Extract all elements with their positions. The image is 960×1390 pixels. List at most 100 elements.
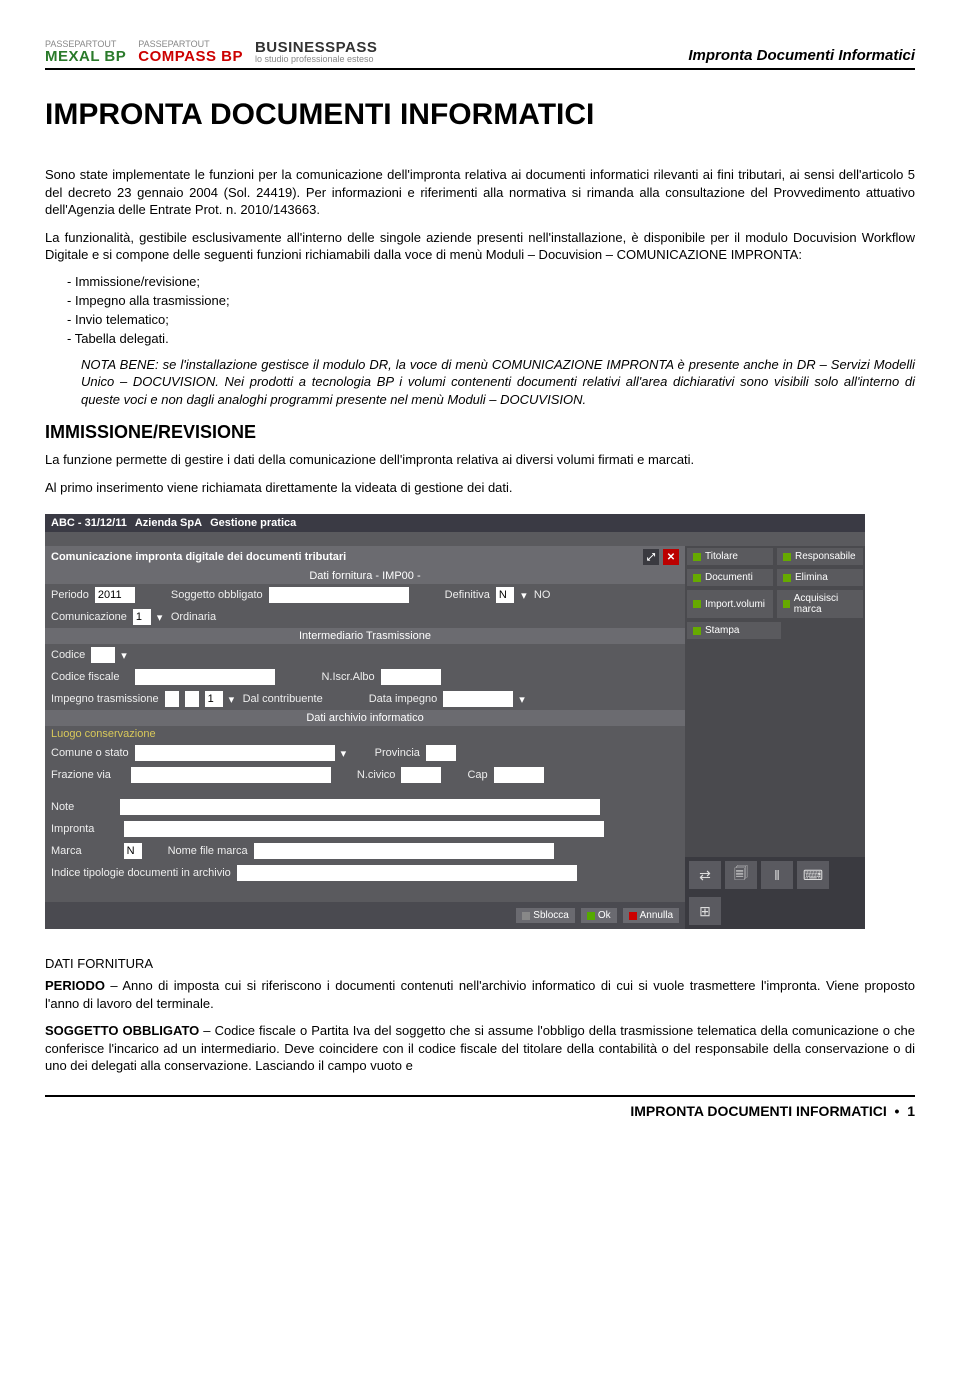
panel-titlebar: Comunicazione impronta digitale dei docu… [45,546,685,568]
square-icon [693,627,701,635]
expand-icon[interactable]: ⤢ [643,549,659,565]
sidebar-label: Documenti [705,572,753,583]
marca-input[interactable] [124,843,142,859]
button-bar: Sblocca Ok Annulla [45,902,685,929]
periodo-description: PERIODO – Anno di imposta cui si riferis… [45,977,915,1012]
sidebar-responsabile[interactable]: Responsabile [777,548,863,565]
label-dataimpegno: Data impegno [369,693,438,705]
label-impronta: Impronta [51,823,94,835]
provincia-input[interactable] [426,745,456,761]
sidebar-titolare[interactable]: Titolare [687,548,773,565]
dropdown-icon[interactable]: ▾ [519,693,527,706]
niscr-input[interactable] [381,669,441,685]
document-title: IMPRONTA DOCUMENTI INFORMATICI [45,98,915,132]
tool-icon[interactable]: ⇄ [689,861,721,889]
nota-bene: NOTA BENE: se l'installazione gestisce i… [81,356,915,409]
nomefile-input[interactable] [254,843,554,859]
keyboard-icon[interactable]: ⌨ [797,861,829,889]
list-item: Impegno alla trasmissione; [81,293,915,308]
dataimpegno-input[interactable] [443,691,513,707]
label-comunicazione-value: Ordinaria [171,611,216,623]
ncivico-input[interactable] [401,767,441,783]
dropdown-icon[interactable]: ▾ [520,589,528,602]
sidebar-label: Elimina [795,572,828,583]
app-main-panel: Comunicazione impronta digitale dei docu… [45,546,685,929]
annulla-button[interactable]: Annulla [623,908,679,923]
button-label: Annulla [640,910,673,921]
label-periodo: Periodo [51,589,89,601]
list-item: Invio telematico; [81,312,915,327]
label-nomefile: Nome file marca [168,845,248,857]
page-header: PASSEPARTOUT MEXAL BP PASSEPARTOUT COMPA… [45,40,915,70]
footer-page-number: 1 [907,1103,915,1119]
section-intermediario: Intermediario Trasmissione [45,628,685,644]
logo-sub-text: lo studio professionale esteso [255,55,377,64]
label-impegno-value: Dal contribuente [243,693,323,705]
sidebar-elimina[interactable]: Elimina [777,569,863,586]
titlebar-context: Gestione pratica [210,517,296,529]
sidebar-label: Titolare [705,551,738,562]
sidebar-label: Import.volumi [705,599,765,610]
paragraph-intro-2: La funzionalità, gestibile esclusivament… [45,229,915,264]
label-niscr: N.Iscr.Albo [321,671,374,683]
tool-icon[interactable]: ‖ [761,861,793,889]
frazione-input[interactable] [131,767,331,783]
tool-icon[interactable]: 🗐 [725,861,757,889]
button-label: Sblocca [533,910,569,921]
sblocca-button[interactable]: Sblocca [516,908,575,923]
dropdown-icon[interactable]: ▾ [341,747,349,760]
square-icon [783,553,791,561]
titlebar-code: ABC - 31/12/11 [51,517,127,529]
dropdown-icon[interactable]: ▾ [229,693,237,706]
titlebar-company: Azienda SpA [135,517,202,529]
label-soggetto: Soggetto obbligato [171,589,263,601]
list-item: Immissione/revisione; [81,274,915,289]
note-input[interactable] [120,799,600,815]
close-icon[interactable]: ✕ [663,549,679,565]
sidebar-import-volumi[interactable]: Import.volumi [687,590,773,618]
comune-input[interactable] [135,745,335,761]
impegno-code-input[interactable] [205,691,223,707]
header-logos: PASSEPARTOUT MEXAL BP PASSEPARTOUT COMPA… [45,40,377,64]
label-comunicazione: Comunicazione [51,611,127,623]
label-codice: Codice [51,649,85,661]
button-label: Ok [598,910,611,921]
definitiva-code-input[interactable] [496,587,514,603]
indice-input[interactable] [237,865,577,881]
grid-icon[interactable]: ⊞ [689,897,721,925]
dropdown-icon[interactable]: ▾ [157,611,165,624]
label-indice: Indice tipologie documenti in archivio [51,867,231,879]
sidebar-documenti[interactable]: Documenti [687,569,773,586]
cap-input[interactable] [494,767,544,783]
logo-compass: PASSEPARTOUT COMPASS BP [138,40,243,64]
label-definitiva: Definitiva [445,589,490,601]
impegno-seg2[interactable] [185,691,199,707]
dropdown-icon[interactable]: ▾ [121,649,129,662]
app-window: ABC - 31/12/11 Azienda SpA Gestione prat… [45,514,865,929]
logo-mexal: PASSEPARTOUT MEXAL BP [45,40,126,64]
square-icon [693,600,701,608]
page-footer: IMPRONTA DOCUMENTI INFORMATICI • 1 [45,1095,915,1119]
comunicazione-input[interactable] [133,609,151,625]
section-heading: IMMISSIONE/REVISIONE [45,422,915,443]
codice-input[interactable] [91,647,115,663]
square-icon [629,912,637,920]
dati-fornitura-heading: DATI FORNITURA [45,955,915,973]
sidebar-label: Acquisisci marca [794,593,857,615]
impronta-input[interactable] [124,821,604,837]
sidebar-stampa[interactable]: Stampa [687,622,781,639]
label-ncivico: N.civico [357,769,396,781]
logo-businesspass: BUSINESSPASS lo studio professionale est… [255,40,377,64]
soggetto-input[interactable] [269,587,409,603]
periodo-input[interactable] [95,587,135,603]
label-impegno: Impegno trasmissione [51,693,159,705]
codfisc-input[interactable] [135,669,275,685]
square-icon [783,600,790,608]
ok-button[interactable]: Ok [581,908,617,923]
sidebar-acquisisci[interactable]: Acquisisci marca [777,590,863,618]
paragraph-intro-1: Sono state implementate le funzioni per … [45,166,915,219]
header-title: Impronta Documenti Informatici [688,47,915,64]
impegno-seg1[interactable] [165,691,179,707]
sidebar-label: Stampa [705,625,739,636]
label-definitiva-value: NO [534,589,551,601]
